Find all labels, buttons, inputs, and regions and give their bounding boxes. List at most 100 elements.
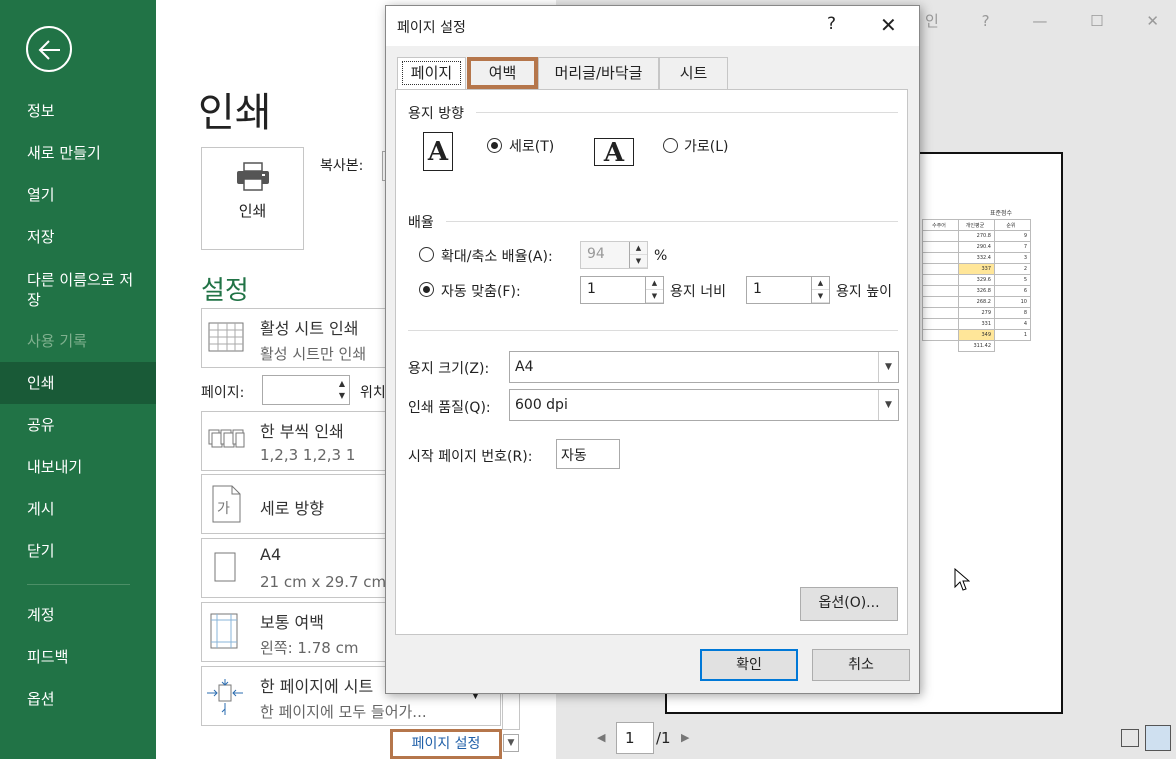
page-total: /1 (656, 729, 671, 747)
fit-tall-label: 용지 높이 (836, 284, 892, 300)
show-margins-icon[interactable] (1121, 729, 1139, 747)
spin-arrows-icon[interactable]: ▲ ▼ (339, 378, 345, 402)
tab-header-footer[interactable]: 머리글/바닥글 (538, 57, 659, 89)
nav-open[interactable]: 열기 (0, 174, 156, 216)
nav-options[interactable]: 옵션 (0, 678, 156, 720)
sheet-caption: 표준점수 (990, 210, 1013, 217)
nav-feedback[interactable]: 피드백 (0, 636, 156, 678)
select-value: A4 (515, 359, 534, 375)
nav-save[interactable]: 저장 (0, 216, 156, 258)
paper-size-label: 용지 크기(Z): (408, 361, 490, 377)
scrollbar[interactable] (502, 690, 520, 730)
prev-page-icon[interactable]: ◀ (597, 731, 605, 744)
table-cell: 311.42 (958, 340, 995, 352)
table-cell: 331 (958, 318, 995, 330)
spin-arrows-icon[interactable]: ▲ ▼ (645, 277, 663, 303)
minimize-icon[interactable]: — (1032, 12, 1047, 30)
table-cell: 2 (994, 263, 1031, 275)
mouse-cursor-icon (954, 568, 970, 591)
collate-icon (208, 429, 245, 448)
adjust-to-radio[interactable] (419, 247, 434, 262)
cancel-button[interactable]: 취소 (812, 649, 910, 681)
setting-subtitle: 1,2,3 1,2,3 1 (260, 446, 356, 464)
landscape-radio[interactable] (663, 138, 678, 153)
page-number-input[interactable]: 1 (616, 722, 654, 754)
table-row: 311.42 (923, 340, 1031, 352)
chevron-down-icon[interactable]: ▼ (503, 734, 519, 752)
table-cell: 10 (994, 296, 1031, 308)
first-page-number-input[interactable]: 자동 (556, 439, 620, 469)
table-cell: 3 (994, 252, 1031, 264)
table-cell: 279 (958, 307, 995, 319)
spinner-value: 1 (753, 281, 762, 297)
fit-wide-label: 용지 너비 (670, 284, 726, 300)
chevron-down-icon[interactable]: ▼ (878, 352, 898, 382)
fit-tall-spinner[interactable]: 1 ▲ ▼ (746, 276, 830, 304)
table-row: 268.2 10 (922, 296, 1031, 308)
divider (408, 330, 898, 331)
setting-subtitle: 21 cm x 29.7 cm (260, 573, 387, 591)
print-quality-select[interactable]: 600 dpi ▼ (509, 389, 899, 421)
chevron-down-icon[interactable]: ▼ (878, 390, 898, 420)
account-initial[interactable]: 인 (925, 10, 939, 31)
zoom-to-page-icon[interactable] (1145, 725, 1171, 751)
portrait-preview-icon: A (423, 132, 453, 171)
portrait-radio[interactable] (487, 138, 502, 153)
back-arrow-icon[interactable] (26, 26, 72, 72)
paper-size-select[interactable]: A4 ▼ (509, 351, 899, 383)
nav-save-as[interactable]: 다른 이름으로 저장 (0, 270, 156, 314)
tab-sheet[interactable]: 시트 (659, 57, 728, 89)
nav-print[interactable]: 인쇄 (0, 362, 156, 404)
fit-to-radio[interactable] (419, 282, 434, 297)
adjust-to-label[interactable]: 확대/축소 배율(A): (441, 246, 553, 266)
tab-page[interactable]: 페이지 (397, 57, 466, 90)
maximize-icon[interactable]: ☐ (1090, 12, 1103, 30)
nav-publish[interactable]: 게시 (0, 488, 156, 530)
table-cell (922, 252, 959, 264)
landscape-preview-icon: A (594, 138, 634, 167)
page-setup-dialog: 페이지 설정 ? ✕ 페이지 여백 머리글/바닥글 시트 용지 방향 A 세로(… (385, 5, 920, 694)
printer-icon (237, 162, 269, 191)
table-cell: 290.4 (958, 241, 995, 253)
pages-from-input[interactable]: ▲ ▼ (262, 375, 350, 405)
close-icon[interactable]: ✕ (880, 13, 897, 37)
nav-new[interactable]: 새로 만들기 (0, 132, 156, 174)
options-button[interactable]: 옵션(O)... (800, 587, 898, 621)
table-cell: 5 (994, 274, 1031, 286)
adjust-to-spinner: 94 ▲ ▼ (580, 241, 648, 269)
print-quality-label: 인쇄 품질(Q): (408, 400, 491, 416)
setting-title: A4 (260, 545, 282, 564)
setting-title: 한 페이지에 시트 (260, 677, 374, 696)
table-header: 개인평균 (958, 219, 995, 231)
portrait-label[interactable]: 세로(T) (509, 136, 554, 156)
nav-info[interactable]: 정보 (0, 90, 156, 132)
fit-to-label[interactable]: 자동 맞춤(F): (441, 281, 521, 301)
nav-account[interactable]: 계정 (0, 594, 156, 636)
nav-share[interactable]: 공유 (0, 404, 156, 446)
setting-title: 활성 시트 인쇄 (260, 319, 359, 338)
table-cell: 329.6 (958, 274, 995, 286)
landscape-label[interactable]: 가로(L) (684, 136, 728, 156)
tab-margins[interactable]: 여백 (467, 57, 538, 89)
table-cell: 268.2 (958, 296, 995, 308)
table-cell: 337 (958, 263, 995, 275)
page-setup-link[interactable]: 페이지 설정 (390, 729, 502, 759)
close-icon[interactable]: ✕ (1146, 12, 1159, 30)
window-controls: 인 ? — ☐ ✕ (925, 10, 1159, 31)
help-icon[interactable]: ? (982, 12, 990, 30)
spin-arrows-icon[interactable]: ▲ ▼ (811, 277, 829, 303)
nav-close[interactable]: 닫기 (0, 530, 156, 572)
tab-label: 페이지 (401, 61, 462, 85)
next-page-icon[interactable]: ▶ (681, 731, 689, 744)
portrait-page-icon: 가 (212, 485, 241, 523)
table-cell: 1 (994, 329, 1031, 341)
print-button[interactable]: 인쇄 (201, 147, 304, 250)
help-icon[interactable]: ? (827, 14, 836, 34)
table-cell: 6 (994, 285, 1031, 297)
dialog-title: 페이지 설정 (397, 20, 466, 36)
settings-heading: 설정 (201, 276, 249, 306)
nav-history: 사용 기록 (27, 332, 87, 350)
fit-wide-spinner[interactable]: 1 ▲ ▼ (580, 276, 664, 304)
nav-export[interactable]: 내보내기 (0, 446, 156, 488)
ok-button[interactable]: 확인 (700, 649, 798, 681)
